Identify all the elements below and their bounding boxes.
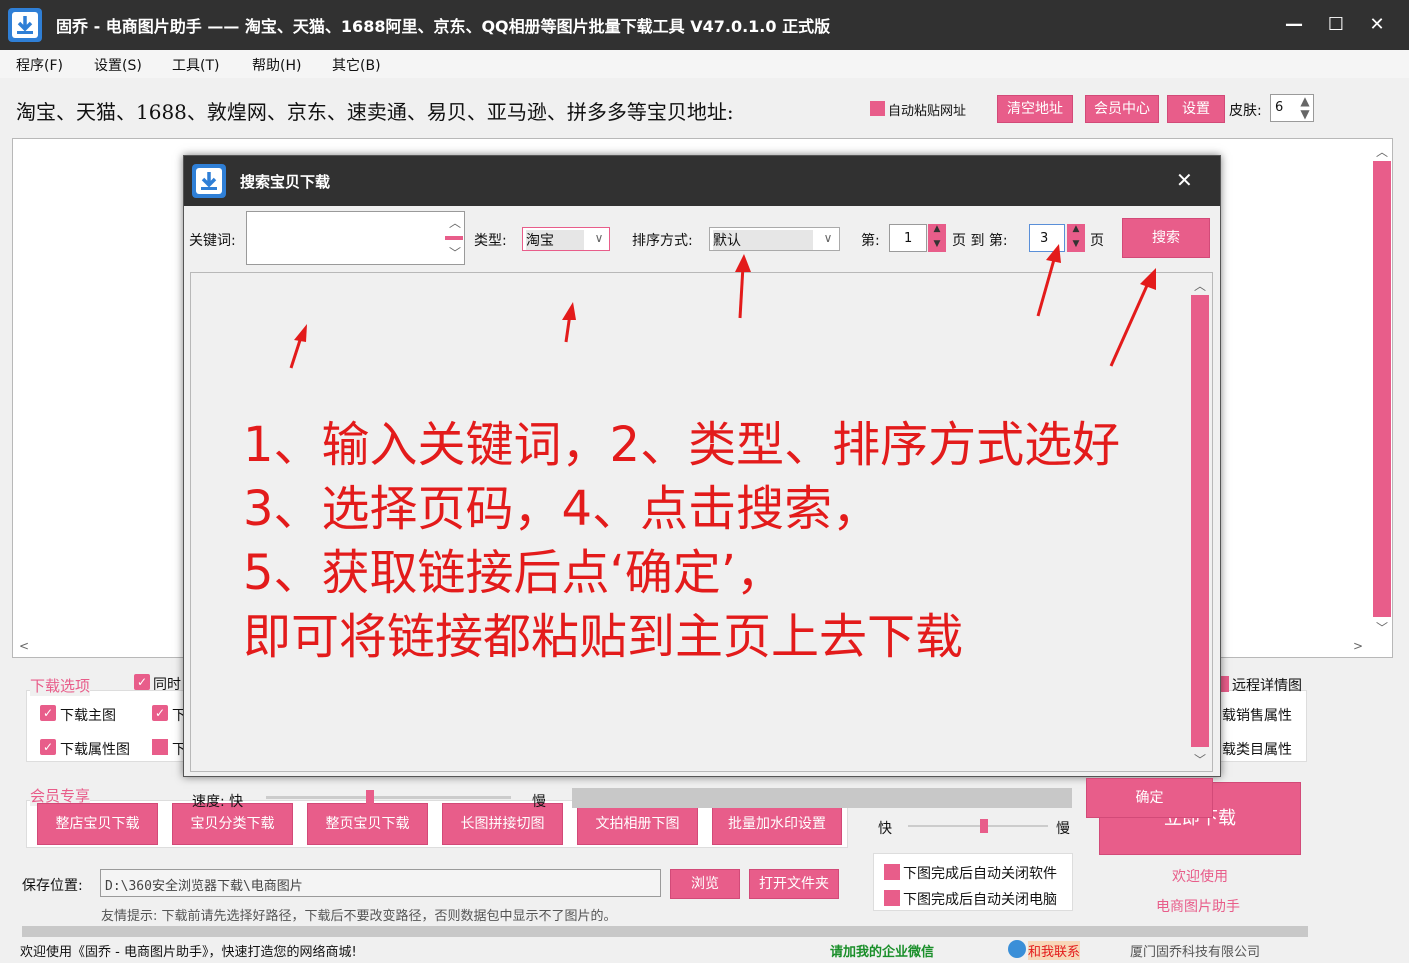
album-download-button[interactable]: 文拍相册下图 [577, 803, 698, 845]
arrow-type-head-icon [562, 302, 576, 320]
welcome-line2: 电商图片助手 [1156, 899, 1240, 915]
dialog-speed-track[interactable] [266, 790, 511, 805]
menu-other[interactable]: 其它(B) [332, 55, 381, 75]
member-center-button[interactable]: 会员中心 [1085, 95, 1159, 123]
auto-close-software-label: 下图完成后自动关闭软件 [903, 866, 1057, 882]
dialog-progress-bar [572, 788, 1072, 808]
menu-settings[interactable]: 设置(S) [94, 55, 142, 75]
main-speed-thumb[interactable] [980, 819, 988, 833]
menu-bar: 程序(F) 设置(S) 工具(T) 帮助(H) 其它(B) [0, 50, 1409, 78]
save-path-value: D:\360安全浏览器下载\电商图片 [105, 879, 303, 894]
url-label: 淘宝、天猫、1688、敦煌网、京东、速卖通、易贝、亚马逊、拼多多等宝贝地址: [16, 100, 734, 124]
progress-bar [22, 926, 1308, 937]
open-folder-button[interactable]: 打开文件夹 [749, 869, 839, 899]
remote-detail-label: 远程详情图 [1232, 678, 1302, 694]
dialog-speed-label: 速度: 快 [192, 794, 244, 810]
main-speed-slow: 慢 [1056, 821, 1070, 837]
whole-shop-download-button[interactable]: 整店宝贝下载 [37, 803, 158, 845]
menu-program[interactable]: 程序(F) [16, 55, 63, 75]
arrow-page-icon [1036, 255, 1057, 317]
whole-page-download-button[interactable]: 整页宝贝下载 [307, 803, 428, 845]
dialog-speed-thumb[interactable] [365, 790, 374, 805]
skin-label: 皮肤: [1229, 103, 1262, 119]
welcome-line1: 欢迎使用 [1172, 869, 1228, 885]
auto-close-software-checkbox[interactable] [884, 864, 900, 880]
title-bar: 固乔 - 电商图片助手 —— 淘宝、天猫、1688阿里、京东、QQ相册等图片批量… [0, 0, 1409, 50]
scroll-right-icon[interactable]: > [1351, 639, 1365, 653]
scroll-up-icon[interactable]: ︿ [1373, 143, 1391, 160]
auto-paste-checkbox[interactable] [870, 101, 885, 116]
friendly-tip: 友情提示: 下载前请先选择好路径，下载后不要改变路径，否则数据包中显示不了图片的… [101, 909, 617, 924]
spin-down-icon[interactable]: ▼ [1297, 108, 1313, 121]
download-options-title: 下载选项 [30, 675, 91, 696]
option-checkbox-2[interactable]: ✓ [152, 705, 168, 721]
arrow-sort-head-icon [735, 254, 751, 272]
minimize-button[interactable]: — [1279, 10, 1309, 40]
wechat-link[interactable]: 请加我的企业微信 [830, 941, 934, 960]
scroll-down-icon[interactable]: ﹀ [1373, 619, 1391, 636]
browse-button[interactable]: 浏览 [670, 869, 740, 899]
settings-button[interactable]: 设置 [1167, 95, 1225, 123]
skin-value: 6 [1275, 100, 1284, 115]
app-download-icon [8, 8, 42, 42]
maximize-button[interactable]: ☐ [1321, 10, 1351, 40]
auto-paste-label: 自动粘贴网址 [888, 104, 967, 119]
scroll-left-icon[interactable]: < [17, 639, 31, 653]
vertical-scrollbar[interactable] [1373, 161, 1391, 617]
property-image-label: 下载属性图 [60, 742, 130, 758]
save-path-input[interactable]: D:\360安全浏览器下载\电商图片 [100, 869, 661, 897]
save-location-label: 保存位置: [22, 878, 83, 894]
arrow-page-head-icon [1046, 244, 1061, 263]
arrow-search-icon [1109, 280, 1151, 367]
watermark-settings-button[interactable]: 批量加水印设置 [712, 803, 842, 845]
auto-shutdown-checkbox[interactable] [884, 890, 900, 906]
close-button[interactable]: ✕ [1362, 10, 1392, 40]
auto-shutdown-label: 下图完成后自动关闭电脑 [903, 892, 1057, 908]
clear-address-button[interactable]: 清空地址 [997, 95, 1073, 123]
same-time-checkbox[interactable]: ✓ [134, 674, 150, 690]
arrow-search-head-icon [1140, 268, 1156, 290]
window-title: 固乔 - 电商图片助手 —— 淘宝、天猫、1688阿里、京东、QQ相册等图片批量… [56, 17, 831, 36]
contact-link[interactable]: 和我联系 [1028, 941, 1081, 960]
arrow-keyword-head-icon [294, 324, 307, 342]
dialog-speed-slow: 慢 [532, 794, 546, 810]
option-checkbox-4[interactable] [152, 739, 168, 755]
category-property-label: 载类目属性 [1222, 742, 1292, 758]
contact-icon [1008, 940, 1026, 958]
menu-tools[interactable]: 工具(T) [172, 55, 219, 75]
main-speed-track[interactable] [908, 819, 1048, 833]
confirm-button[interactable]: 确定 [1086, 778, 1213, 818]
skin-spinner[interactable]: 6 ▲ ▼ [1270, 94, 1314, 122]
company-name: 厦门固乔科技有限公司 [1130, 945, 1261, 960]
main-image-checkbox[interactable]: ✓ [40, 705, 56, 721]
property-image-checkbox[interactable]: ✓ [40, 739, 56, 755]
same-time-label: 同时 [153, 677, 181, 693]
status-welcome: 欢迎使用《固乔 - 电商图片助手》，快速打造您的网络商城! [20, 945, 357, 960]
arrow-sort-icon [738, 265, 745, 319]
sales-property-label: 载销售属性 [1222, 708, 1292, 724]
menu-help[interactable]: 帮助(H) [252, 55, 301, 75]
main-speed-fast: 快 [878, 821, 892, 837]
annotation-arrows [289, 244, 1156, 369]
main-image-label: 下载主图 [60, 708, 116, 724]
search-dialog: 搜索宝贝下载 ✕ 关键词: ︿ ﹀ 类型: 淘宝 ∨ 排序方式: 默认 ∨ 第:… [183, 155, 1221, 818]
